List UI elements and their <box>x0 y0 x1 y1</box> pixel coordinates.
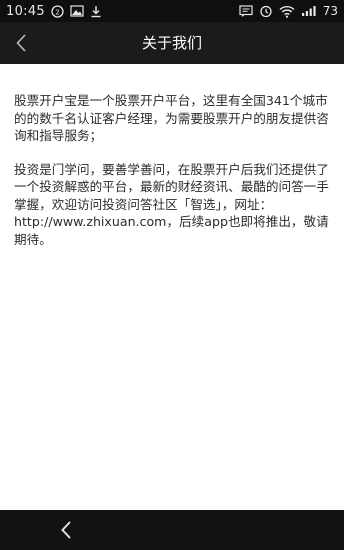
signal-icon <box>301 5 317 17</box>
status-bar-right: 73 <box>239 4 338 18</box>
app-header: 关于我们 <box>0 22 344 64</box>
back-arrow-icon <box>60 520 72 540</box>
status-bar: 10:45 2 73 <box>0 0 344 22</box>
status-time: 10:45 <box>6 3 45 19</box>
page-title: 关于我们 <box>141 34 202 52</box>
download-icon <box>90 5 102 18</box>
circle-2-icon: 2 <box>51 4 64 18</box>
about-paragraph-2: 投资是门学问，要善学善问，在股票开户后我们还提供了一个投资解惑的平台，最新的财经… <box>14 161 329 247</box>
about-content: 股票开户宝是一个股票开户平台，这里有全国341个城市的的数千名认证客户经理，为需… <box>14 92 334 264</box>
status-bar-left: 10:45 2 <box>6 4 102 19</box>
alarm-icon <box>259 4 273 18</box>
nav-back-button[interactable] <box>54 518 78 542</box>
system-nav-bar <box>0 510 344 550</box>
about-paragraph-1: 股票开户宝是一个股票开户平台，这里有全国341个城市的的数千名认证客户经理，为需… <box>14 93 329 143</box>
battery-level: 73 <box>322 4 338 18</box>
photo-icon <box>70 5 84 17</box>
message-icon <box>239 4 253 18</box>
svg-text:2: 2 <box>55 8 59 16</box>
wifi-icon <box>279 5 295 18</box>
